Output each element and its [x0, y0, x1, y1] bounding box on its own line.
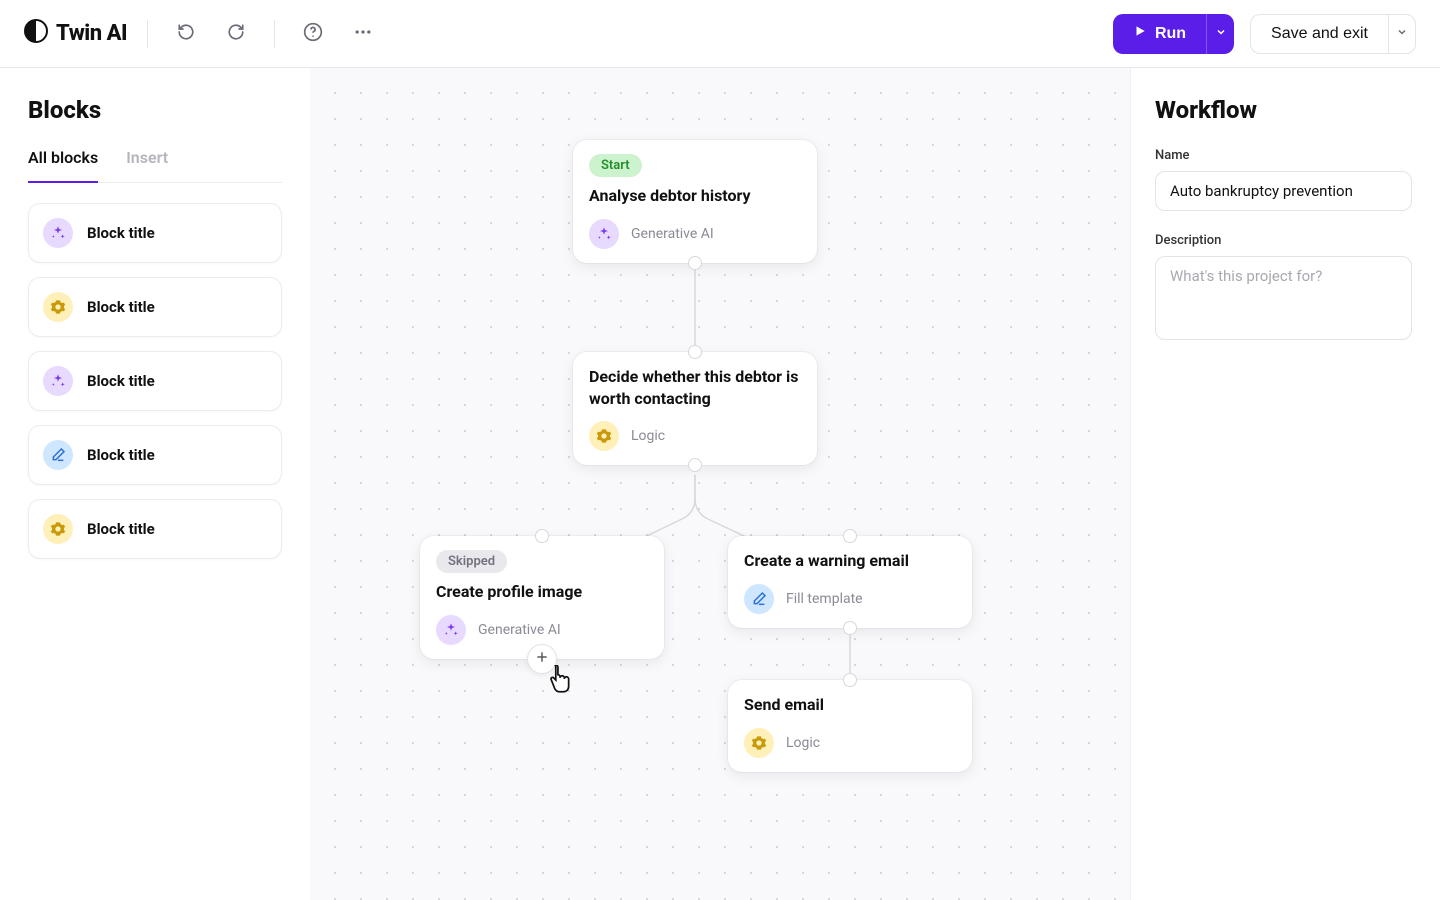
logo-icon	[24, 19, 48, 49]
node-title: Create profile image	[436, 581, 648, 603]
node-send-email[interactable]: Send email Logic	[728, 680, 972, 772]
plus-icon	[535, 649, 549, 668]
app-name: Twin AI	[56, 21, 127, 46]
divider	[147, 20, 148, 48]
workflow-description-input[interactable]	[1155, 256, 1412, 340]
save-button[interactable]: Save and exit	[1250, 14, 1388, 54]
run-label: Run	[1155, 25, 1186, 43]
chevron-down-icon	[1215, 26, 1227, 41]
node-type: Logic	[631, 428, 665, 444]
node-title: Decide whether this debtor is worth cont…	[589, 366, 801, 409]
chevron-down-icon	[1396, 26, 1408, 41]
block-list-item[interactable]: Block title	[28, 351, 282, 411]
node-create-profile-image[interactable]: Skipped Create profile image Generative …	[420, 536, 664, 659]
undo-icon	[177, 23, 195, 44]
description-label: Description	[1155, 233, 1412, 248]
gear-icon	[43, 292, 73, 322]
node-type: Generative AI	[631, 226, 714, 242]
save-label: Save and exit	[1271, 25, 1368, 43]
start-badge: Start	[589, 154, 642, 177]
gear-icon	[43, 514, 73, 544]
workflow-canvas[interactable]: Start Analyse debtor history Generative …	[310, 68, 1130, 900]
node-type: Logic	[786, 735, 820, 751]
node-warning-email[interactable]: Create a warning email Fill template	[728, 536, 972, 628]
edit-icon	[43, 440, 73, 470]
skipped-badge: Skipped	[436, 550, 507, 573]
block-item-label: Block title	[87, 520, 155, 538]
save-dropdown[interactable]	[1388, 14, 1416, 54]
blocks-panel: Blocks All blocks Insert Block title Bloc…	[0, 68, 310, 900]
add-node-button[interactable]	[527, 644, 557, 674]
sparkle-icon	[589, 219, 619, 249]
output-port[interactable]	[843, 621, 857, 635]
name-label: Name	[1155, 148, 1412, 163]
workflow-panel: Workflow Name Description	[1130, 68, 1440, 900]
node-title: Create a warning email	[744, 550, 956, 572]
sparkle-icon	[43, 366, 73, 396]
gear-icon	[589, 421, 619, 451]
block-list-item[interactable]: Block title	[28, 425, 282, 485]
blocks-title: Blocks	[28, 96, 282, 124]
play-icon	[1133, 24, 1147, 43]
output-port[interactable]	[688, 458, 702, 472]
blocks-tabs: All blocks Insert	[28, 148, 282, 183]
help-button[interactable]	[295, 16, 331, 52]
node-title: Send email	[744, 694, 956, 716]
more-icon	[353, 22, 373, 45]
redo-button[interactable]	[218, 16, 254, 52]
block-item-label: Block title	[87, 224, 155, 242]
run-button[interactable]: Run	[1113, 14, 1206, 54]
output-port[interactable]	[688, 256, 702, 270]
block-item-label: Block title	[87, 372, 155, 390]
block-list-item[interactable]: Block title	[28, 203, 282, 263]
workflow-name-input[interactable]	[1155, 171, 1412, 211]
more-button[interactable]	[345, 16, 381, 52]
block-list-item[interactable]: Block title	[28, 499, 282, 559]
sparkle-icon	[436, 615, 466, 645]
tab-insert[interactable]: Insert	[126, 148, 168, 183]
workflow-title: Workflow	[1155, 96, 1412, 124]
edit-icon	[744, 584, 774, 614]
redo-icon	[227, 23, 245, 44]
node-analyse-debtor-history[interactable]: Start Analyse debtor history Generative …	[573, 140, 817, 263]
tab-all-blocks[interactable]: All blocks	[28, 148, 98, 183]
input-port[interactable]	[843, 529, 857, 543]
block-item-label: Block title	[87, 446, 155, 464]
input-port[interactable]	[688, 345, 702, 359]
node-type: Fill template	[786, 591, 863, 607]
undo-button[interactable]	[168, 16, 204, 52]
app-header: Twin AI Run	[0, 0, 1440, 68]
block-item-label: Block title	[87, 298, 155, 316]
node-decide-contact[interactable]: Decide whether this debtor is worth cont…	[573, 352, 817, 465]
block-list-item[interactable]: Block title	[28, 277, 282, 337]
help-icon	[303, 22, 323, 45]
input-port[interactable]	[843, 673, 857, 687]
divider	[274, 20, 275, 48]
run-dropdown[interactable]	[1206, 14, 1234, 54]
node-title: Analyse debtor history	[589, 185, 801, 207]
input-port[interactable]	[535, 529, 549, 543]
node-type: Generative AI	[478, 622, 561, 638]
sparkle-icon	[43, 218, 73, 248]
gear-icon	[744, 728, 774, 758]
app-logo: Twin AI	[24, 19, 127, 49]
